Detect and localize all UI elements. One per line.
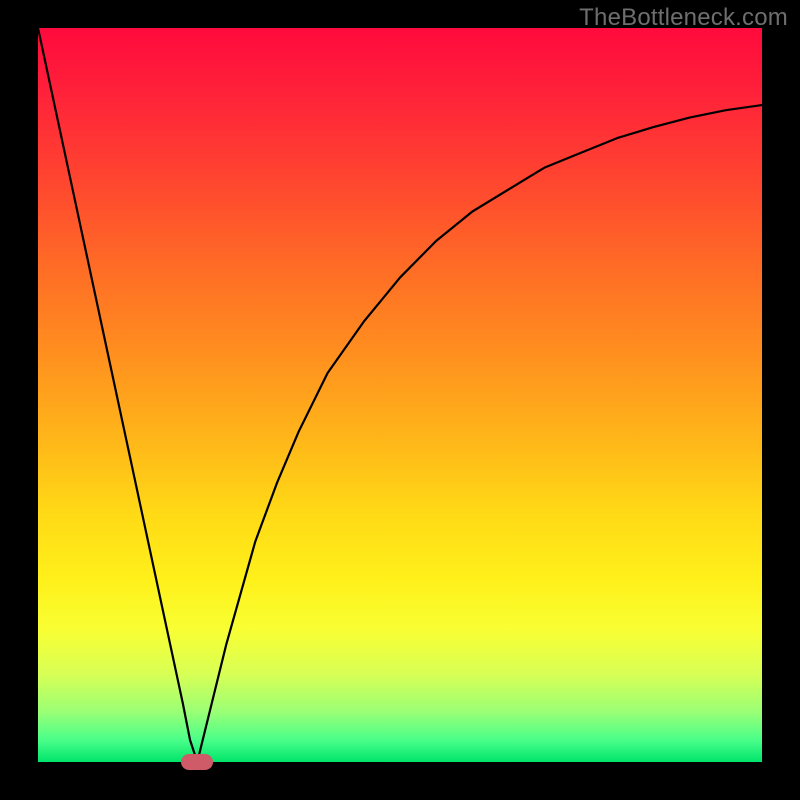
bottleneck-curve: [38, 28, 762, 762]
curve-path: [38, 28, 762, 762]
minimum-marker: [181, 754, 213, 770]
plot-area: [38, 28, 762, 762]
chart-frame: TheBottleneck.com: [0, 0, 800, 800]
